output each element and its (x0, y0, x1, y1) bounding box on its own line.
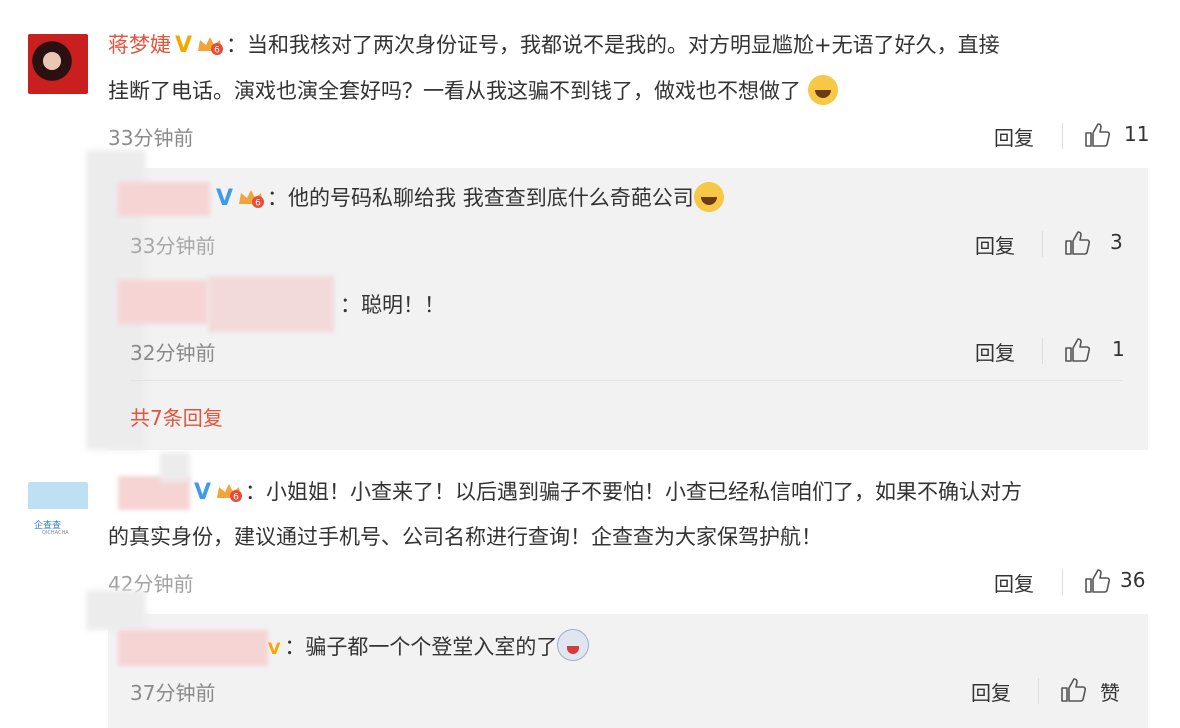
like-count: 3 (1110, 230, 1123, 254)
vip-crown-icon: 6 (217, 484, 243, 503)
like-count: 11 (1124, 122, 1150, 146)
thumb-up-icon[interactable] (1084, 122, 1110, 148)
comment-body-line2: 的真实身份，建议通过手机号、公司名称进行查询！企查查为大家保驾护航！ (108, 520, 822, 554)
redacted-username (118, 280, 208, 324)
vip-crown-icon: 6 (198, 37, 224, 56)
divider (1062, 123, 1063, 149)
reply-time: 33分钟前 (130, 234, 216, 258)
thumb-up-icon[interactable] (1064, 230, 1090, 256)
divider (130, 380, 1122, 381)
comment-body: 蒋梦婕 V 6 ：当和我核对了两次身份证号，我都说不是我的。对方明显尴尬+无语了好久，… (108, 28, 1000, 63)
like-count: 赞 (1100, 681, 1120, 705)
reply-text: ：聪明！！ (340, 293, 445, 317)
reply-body: V ：骗子都一个个登堂入室的了 (264, 629, 590, 666)
reply-body: V 6 ：他的号码私聊给我 我查查到底什么奇葩公司 (212, 181, 724, 216)
avatar-logo-subtext: QICHACHA (42, 530, 69, 536)
avatar[interactable]: 企查查 QICHACHA (28, 482, 88, 542)
like-count: 1 (1112, 337, 1125, 361)
comment-text: ：小姐姐！小查来了！以后遇到骗子不要怕！小查已经私信咱们了，如果不确认对方 (245, 480, 1023, 504)
laughing-emoji-icon (693, 182, 724, 212)
panda-emoji-icon (557, 629, 590, 661)
verified-v-icon: V (175, 33, 193, 58)
comment-text: ：当和我核对了两次身份证号，我都说不是我的。对方明显尴尬+无语了好久，直接 (226, 33, 1000, 57)
reply-button[interactable]: 回复 (975, 337, 1015, 366)
vip-level-label: 6 (214, 46, 220, 56)
reply-text: ：骗子都一个个登堂入室的了 (284, 635, 558, 659)
reply-button[interactable]: 回复 (994, 122, 1034, 151)
reply-body: ：聪明！！ (340, 288, 445, 322)
redaction (86, 590, 146, 630)
reply-button[interactable]: 回复 (971, 677, 1011, 706)
comment-body: V 6 ：小姐姐！小查来了！以后遇到骗子不要怕！小查已经私信咱们了，如果不确认对方 (190, 475, 1022, 510)
verified-v-icon: V (194, 480, 212, 505)
reply-time: 32分钟前 (130, 341, 216, 365)
vip-level-label: 6 (255, 199, 261, 209)
divider (1038, 678, 1039, 704)
comment-body-line2: 挂断了电话。演戏也演全套好吗？一看从我这骗不到钱了，做戏也不想做了 (108, 74, 838, 108)
reply-button[interactable]: 回复 (994, 568, 1034, 597)
like-count: 36 (1120, 568, 1146, 592)
comment-text: 挂断了电话。演戏也演全套好吗？一看从我这骗不到钱了，做戏也不想做了 (108, 79, 801, 103)
view-more-replies-link[interactable]: 共7条回复 (130, 402, 223, 431)
verified-v-icon: V (268, 639, 281, 658)
reply-button[interactable]: 回复 (975, 230, 1015, 259)
avatar[interactable] (28, 34, 88, 94)
thumb-up-icon[interactable] (1084, 568, 1110, 594)
thumb-up-icon[interactable] (1060, 677, 1086, 703)
thumb-up-icon[interactable] (1064, 337, 1090, 363)
redacted-username (118, 182, 210, 216)
comment-author[interactable]: 蒋梦婕 (108, 33, 171, 57)
reply-text: ：他的号码私聊给我 我查查到底什么奇葩公司 (267, 186, 694, 210)
reply-time: 37分钟前 (130, 681, 216, 705)
redacted-username (118, 630, 268, 666)
redacted-username (208, 276, 334, 332)
verified-v-icon: V (216, 186, 234, 211)
comment-text: 的真实身份，建议通过手机号、公司名称进行查询！企查查为大家保驾护航！ (108, 525, 822, 549)
divider (1062, 569, 1063, 595)
vip-crown-icon: 6 (239, 190, 265, 209)
divider (1042, 231, 1043, 257)
redaction (160, 452, 190, 482)
vip-level-label: 6 (233, 493, 239, 503)
laughing-emoji-icon (807, 75, 838, 105)
divider (1042, 338, 1043, 364)
comment-time: 33分钟前 (108, 126, 194, 150)
